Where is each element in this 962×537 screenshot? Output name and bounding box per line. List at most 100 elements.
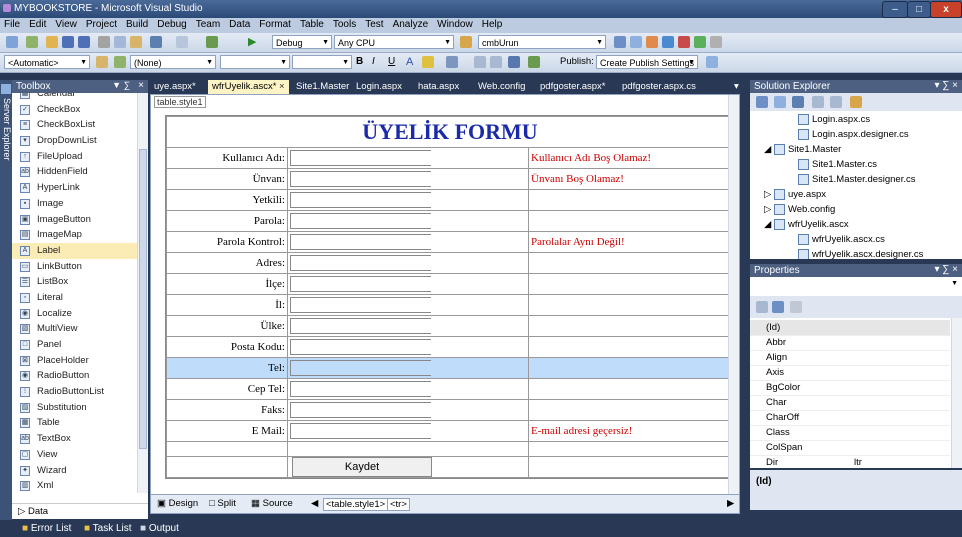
textbox-control[interactable] — [290, 213, 431, 229]
properties-scrollbar[interactable] — [951, 318, 962, 468]
toolbox-item-linkbutton[interactable]: ▭ LinkButton — [12, 259, 148, 275]
toolbox-item-calendar[interactable]: ▦ Calendar — [12, 93, 148, 102]
style-icon[interactable] — [96, 56, 108, 68]
menu-window[interactable]: Window — [433, 18, 478, 30]
toolbox-item-wizard[interactable]: ✦ Wizard — [12, 463, 148, 479]
cut-icon[interactable] — [98, 36, 110, 48]
menu-tools[interactable]: Tools — [329, 18, 361, 30]
solution-explorer-icon[interactable] — [630, 36, 642, 48]
property-row[interactable]: Char — [750, 395, 950, 411]
tree-item-site1-master-cs[interactable]: Site1.Master.cs — [798, 159, 877, 170]
tab-pdfgoster-aspx[interactable]: pdfgoster.aspx* — [540, 80, 606, 94]
toolbox-scrollbar[interactable] — [137, 93, 148, 493]
textbox-control[interactable] — [290, 192, 431, 208]
pin-icon[interactable]: ▼ ∑ — [112, 80, 130, 90]
design-view-button[interactable]: ▣ Design — [157, 498, 198, 509]
collapse-icon[interactable]: ◢ — [764, 144, 774, 155]
back-color-icon[interactable] — [422, 56, 434, 68]
toolbox-item-localize[interactable]: ◉ Localize — [12, 306, 148, 322]
toolbox-item-imagebutton[interactable]: ▣ ImageButton — [12, 212, 148, 228]
publish-icon[interactable] — [706, 56, 718, 68]
config-combo[interactable]: Debug ▼ — [272, 35, 332, 49]
toolbox-item-substitution[interactable]: ▨ Substitution — [12, 400, 148, 416]
property-row[interactable]: Axis — [750, 365, 950, 381]
open-file-icon[interactable] — [46, 36, 58, 48]
tab-wfruyelik-ascx[interactable]: wfrUyelik.ascx* × — [208, 80, 289, 94]
save-icon[interactable] — [62, 36, 74, 48]
menu-help[interactable]: Help — [478, 18, 508, 30]
toolbox-item-dropdownlist[interactable]: ▾ DropDownList — [12, 133, 148, 149]
textbox-control[interactable] — [290, 297, 431, 313]
textbox-control[interactable] — [290, 150, 431, 166]
categorized-icon[interactable] — [756, 301, 768, 313]
close-icon[interactable]: ▾ ∑ × — [934, 264, 958, 275]
tree-item-wfruyelik-cs[interactable]: wfrUyelik.ascx.cs — [798, 234, 885, 245]
toolbox-item-view[interactable]: ▢ View — [12, 447, 148, 463]
menu-analyze[interactable]: Analyze — [389, 18, 434, 30]
add-item-icon[interactable] — [26, 36, 38, 48]
menu-view[interactable]: View — [51, 18, 82, 30]
menu-format[interactable]: Format — [255, 18, 296, 30]
tree-item-login-cs[interactable]: Login.aspx.cs — [798, 114, 870, 125]
fore-color-icon[interactable]: A — [406, 56, 418, 68]
toolbox-item-image[interactable]: ▪ Image — [12, 196, 148, 212]
textbox-control[interactable] — [290, 255, 431, 271]
textbox-control[interactable] — [290, 276, 431, 292]
server-explorer-strip[interactable]: Server Explorer — [0, 80, 12, 520]
source-view-button[interactable]: ▦ Source — [251, 498, 293, 509]
bold-icon[interactable]: B — [356, 56, 368, 68]
view-code-icon[interactable] — [812, 96, 824, 108]
apply-style-icon[interactable] — [114, 56, 126, 68]
navigate-icon[interactable] — [206, 36, 218, 48]
textbox-control[interactable] — [290, 171, 431, 187]
menu-build[interactable]: Build — [122, 18, 153, 30]
toolbox-item-xml[interactable]: ▥ Xml — [12, 478, 148, 494]
textbox-control[interactable] — [290, 381, 431, 397]
view-designer-icon[interactable] — [830, 96, 842, 108]
scrollbar-thumb[interactable] — [139, 149, 147, 449]
property-row[interactable]: BgColor — [750, 380, 950, 396]
properties-icon[interactable] — [756, 96, 768, 108]
toolbox-item-checkbox[interactable]: ✓ CheckBox — [12, 102, 148, 118]
properties-object-combo[interactable]: ▼ — [750, 277, 962, 297]
menu-data[interactable]: Data — [225, 18, 255, 30]
editor-scrollbar[interactable] — [728, 95, 739, 495]
alphabetical-icon[interactable] — [772, 301, 784, 313]
tree-item-site1-master[interactable]: ◢ Site1.Master — [764, 144, 841, 155]
menu-file[interactable]: File — [0, 18, 25, 30]
toolbox-item-imagemap[interactable]: ▤ ImageMap — [12, 227, 148, 243]
menu-team[interactable]: Team — [192, 18, 225, 30]
save-all-icon[interactable] — [78, 36, 90, 48]
platform-combo[interactable]: Any CPU ▼ — [334, 35, 454, 49]
restore-button[interactable]: □ — [907, 1, 931, 18]
textbox-control[interactable] — [290, 234, 431, 250]
bullet-list-icon[interactable] — [490, 56, 502, 68]
toolbox-item-panel[interactable]: □ Panel — [12, 337, 148, 353]
menu-debug[interactable]: Debug — [153, 18, 191, 30]
toolbox-item-fileupload[interactable]: ↑ FileUpload — [12, 149, 148, 165]
textbox-control[interactable] — [290, 360, 431, 376]
find-in-files-icon[interactable] — [460, 36, 472, 48]
task-list-tab[interactable]: ■ Task List — [84, 523, 132, 534]
tree-item-wfruyelik-designer[interactable]: wfrUyelik.ascx.designer.cs — [798, 249, 923, 259]
italic-icon[interactable]: I — [372, 56, 384, 68]
property-row[interactable]: Dir ltr — [750, 455, 950, 468]
collapse-icon[interactable]: ◢ — [764, 219, 774, 230]
tab-dropdown-icon[interactable]: ▾ — [734, 80, 739, 94]
publish-web-icon[interactable] — [528, 56, 540, 68]
toolbox-item-textbox[interactable]: ab TextBox — [12, 431, 148, 447]
start-page-icon[interactable] — [694, 36, 706, 48]
property-row[interactable]: ColSpan — [750, 440, 950, 456]
expand-icon[interactable]: ▷ — [764, 189, 774, 200]
start-debug-icon[interactable]: ▶ — [248, 36, 260, 48]
menu-project[interactable]: Project — [82, 18, 122, 30]
tree-item-site1-master-designer[interactable]: Site1.Master.designer.cs — [798, 174, 916, 185]
hyperlink-icon[interactable] — [508, 56, 520, 68]
underline-icon[interactable]: U — [388, 56, 400, 68]
tab-login-aspx[interactable]: Login.aspx — [356, 80, 402, 94]
toolbox-item-hiddenfield[interactable]: ab HiddenField — [12, 164, 148, 180]
output-tab[interactable]: ■ Output — [140, 523, 179, 534]
undo-icon[interactable] — [150, 36, 162, 48]
find-icon[interactable] — [614, 36, 626, 48]
property-row[interactable]: Abbr — [750, 335, 950, 351]
